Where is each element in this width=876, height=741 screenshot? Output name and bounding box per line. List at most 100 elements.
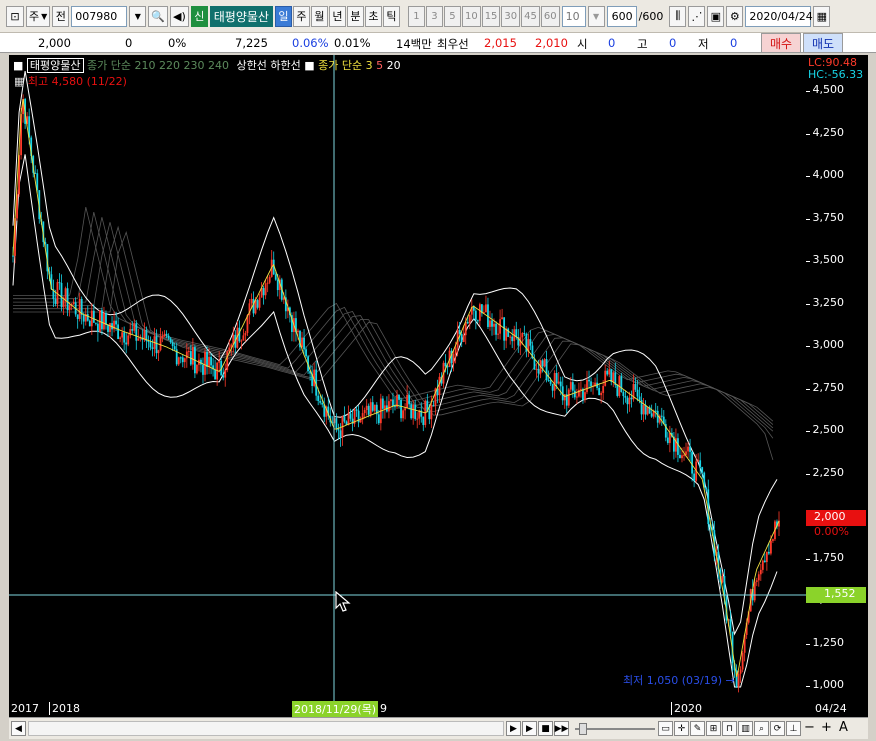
save-icon[interactable]: ▣ bbox=[707, 5, 725, 27]
step-right-icon[interactable]: ▶ bbox=[506, 721, 521, 736]
candle-body bbox=[256, 300, 259, 308]
quote-price: 2,000 bbox=[38, 36, 71, 50]
candle-body bbox=[462, 335, 465, 343]
speaker-icon[interactable]: ◀) bbox=[169, 5, 189, 27]
sell-button[interactable]: 매도 bbox=[803, 33, 843, 53]
search-small-icon[interactable]: ⌕ bbox=[754, 721, 769, 736]
candle-body bbox=[416, 418, 419, 420]
stop-icon[interactable]: ■ bbox=[538, 721, 553, 736]
candle-icon[interactable]: ⫼ bbox=[669, 5, 687, 27]
period-tab-4[interactable]: 분 bbox=[346, 5, 364, 27]
ask-price: 2,015 bbox=[484, 36, 517, 50]
best-quote-label: 최우선 bbox=[437, 37, 469, 51]
candle-body bbox=[72, 302, 75, 304]
candle-body bbox=[317, 395, 320, 401]
zoom-slider[interactable] bbox=[575, 721, 655, 736]
period-tab-5[interactable]: 초 bbox=[364, 5, 382, 27]
draw-icon[interactable]: ✎ bbox=[690, 721, 705, 736]
candle-body bbox=[319, 400, 322, 403]
interval-button-6[interactable]: 45 bbox=[521, 5, 540, 27]
period-tab-3[interactable]: 년 bbox=[328, 5, 346, 27]
code-input[interactable]: 007980 bbox=[71, 5, 128, 27]
interval-input[interactable]: 10 bbox=[561, 5, 586, 27]
refresh-icon[interactable]: ⟳ bbox=[770, 721, 785, 736]
period-tab-0[interactable]: 일 bbox=[274, 5, 292, 27]
zoom-in-icon[interactable]: ▭ bbox=[658, 721, 673, 736]
low-note: 최저 1,050 (03/19) → bbox=[623, 672, 735, 688]
gear-icon[interactable]: ⚙ bbox=[726, 5, 744, 27]
candle-body bbox=[636, 389, 639, 397]
y-tick-label: 4,250 bbox=[812, 125, 845, 139]
scroll-left-icon[interactable]: ◀ bbox=[11, 721, 26, 736]
scroll-track[interactable] bbox=[28, 721, 504, 736]
period-tab-1[interactable]: 주 bbox=[292, 5, 310, 27]
period-tab-2[interactable]: 월 bbox=[310, 5, 328, 27]
interval-button-3[interactable]: 10 bbox=[461, 5, 481, 27]
date-input[interactable]: 2020/04/24 bbox=[745, 5, 813, 27]
candle-body bbox=[390, 399, 392, 402]
prev-button[interactable]: 전 bbox=[52, 5, 70, 27]
period-tab-6[interactable]: 틱 bbox=[382, 5, 400, 27]
interval-button-0[interactable]: 1 bbox=[407, 5, 425, 27]
type-label: 주 bbox=[29, 10, 40, 23]
y-tick-mark bbox=[806, 388, 810, 390]
candle-body bbox=[202, 364, 204, 375]
candle-body bbox=[208, 356, 210, 367]
interval-button-5[interactable]: 30 bbox=[501, 5, 521, 27]
candle-body bbox=[454, 347, 457, 355]
interval-button-4[interactable]: 15 bbox=[481, 5, 501, 27]
interval-button-1[interactable]: 3 bbox=[425, 5, 443, 27]
play-icon[interactable]: ▶ bbox=[522, 721, 537, 736]
count-input[interactable]: 600 bbox=[606, 5, 637, 27]
interval-button-7[interactable]: 60 bbox=[540, 5, 560, 27]
tool-icon[interactable]: ⊞ bbox=[706, 721, 721, 736]
candle-body bbox=[567, 389, 570, 406]
candle-body bbox=[689, 446, 691, 452]
candle-body bbox=[250, 298, 253, 304]
line-chart-icon[interactable]: ⋰ bbox=[688, 5, 706, 27]
candle-body bbox=[398, 395, 400, 400]
shin-badge[interactable]: 신 bbox=[190, 5, 208, 27]
fast-forward-icon[interactable]: ▶▶ bbox=[554, 721, 569, 736]
plus-icon[interactable]: + bbox=[821, 720, 832, 735]
candle-body bbox=[335, 418, 338, 429]
cursor-price-tag: 1,552 bbox=[806, 587, 866, 603]
zoom-slider-handle[interactable] bbox=[579, 723, 587, 735]
candle-body bbox=[737, 673, 740, 687]
x-label-end: 04/24 bbox=[815, 702, 847, 715]
type-select[interactable]: 주 ▼ bbox=[26, 5, 51, 27]
pin-icon[interactable]: ⊥ bbox=[786, 721, 801, 736]
candle-body bbox=[683, 454, 685, 456]
interval-dropdown[interactable]: ▼ bbox=[587, 5, 605, 27]
x-label-9: 9 bbox=[380, 702, 387, 715]
candle-body bbox=[606, 370, 609, 375]
chart-menu-icon[interactable]: ⊡ bbox=[6, 5, 24, 27]
crosshair-icon[interactable]: ✛ bbox=[674, 721, 689, 736]
candle-body bbox=[105, 313, 107, 325]
candle-body bbox=[721, 576, 724, 583]
candle-body bbox=[529, 339, 532, 346]
code-dropdown[interactable]: ▼ bbox=[129, 5, 147, 27]
candle-body bbox=[68, 305, 71, 311]
search-icon[interactable]: 🔍 bbox=[148, 5, 168, 27]
candle-body bbox=[551, 383, 554, 391]
candle-body bbox=[489, 320, 491, 327]
interval-button-2[interactable]: 5 bbox=[443, 5, 461, 27]
buy-button[interactable]: 매수 bbox=[761, 33, 801, 53]
high-value: 0 bbox=[669, 36, 677, 50]
candle-body bbox=[634, 383, 637, 390]
price-chart[interactable]: ■ 태평양물산 종가 단순 210 220 230 240 상한선 하한선 ■ … bbox=[9, 55, 806, 701]
candle-body bbox=[206, 351, 208, 367]
low-label: 저 bbox=[698, 37, 709, 51]
font-size-icon[interactable]: A bbox=[839, 720, 848, 735]
candle-body bbox=[499, 319, 501, 334]
candle-body bbox=[274, 274, 277, 280]
calendar-icon[interactable]: ▦ bbox=[813, 5, 831, 27]
y-tick-mark bbox=[806, 346, 810, 347]
chart-type-icon[interactable]: ▥ bbox=[738, 721, 753, 736]
magnet-icon[interactable]: ⊓ bbox=[722, 721, 737, 736]
minus-icon[interactable]: − bbox=[804, 720, 815, 735]
candle-body bbox=[367, 405, 370, 415]
candle-body bbox=[127, 335, 130, 345]
candle-body bbox=[452, 354, 455, 364]
